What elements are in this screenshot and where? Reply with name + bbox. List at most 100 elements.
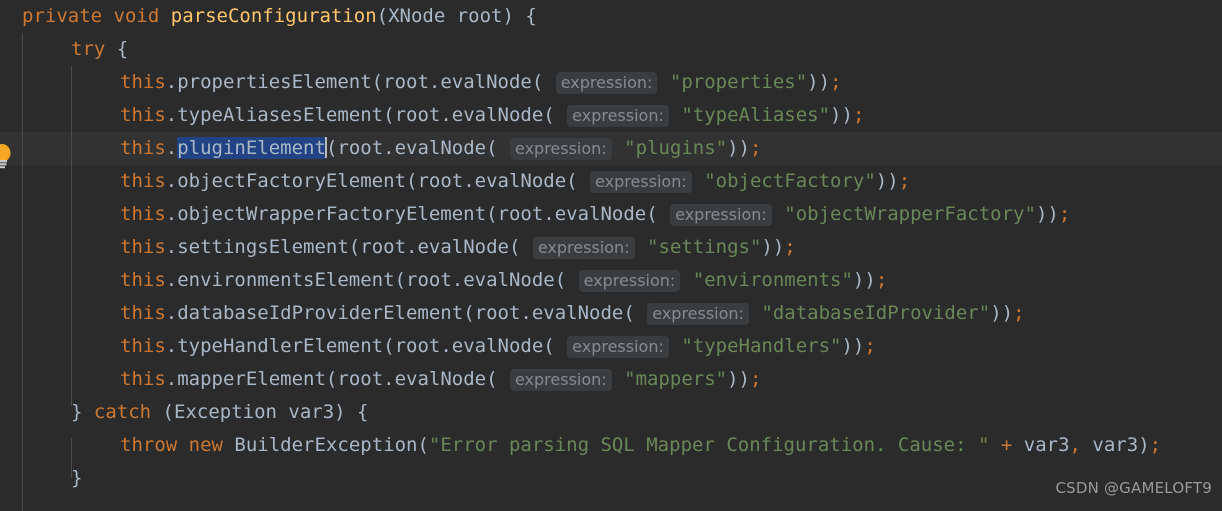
code-line[interactable]: this.objectFactoryElement(root.evalNode(… — [0, 165, 1161, 198]
code-token: "properties" — [669, 71, 808, 93]
code-token: ( — [486, 368, 509, 390]
inlay-parameter-hint[interactable]: expression: — [532, 237, 635, 259]
code-token: "environments" — [692, 269, 853, 291]
inlay-parameter-hint[interactable]: expression: — [567, 336, 669, 358]
code-token: )) — [830, 104, 853, 126]
code-token: parseConfiguration — [170, 5, 377, 27]
code-token: .typeHandlerElement — [165, 335, 384, 357]
code-token: "objectWrapperFactory" — [784, 203, 1036, 225]
code-token: . — [165, 137, 178, 159]
code-token: ( — [531, 71, 555, 93]
code-token: )) — [727, 368, 750, 390]
selected-token[interactable]: pluginElement — [177, 137, 326, 159]
code-token: this — [120, 302, 166, 324]
code-token: "typeAliases" — [681, 104, 831, 126]
code-token: ; — [750, 137, 762, 159]
code-token: "typeHandlers" — [681, 335, 842, 357]
inlay-parameter-hint[interactable]: expression: — [567, 105, 669, 127]
code-token: ( — [394, 269, 406, 291]
code-line[interactable]: this.databaseIdProviderElement(root.eval… — [0, 297, 1161, 330]
code-token: { — [513, 5, 537, 27]
code-editor[interactable]: } private void parseConfiguration(XNode … — [0, 0, 1222, 511]
code-token: )) — [761, 236, 785, 258]
code-line[interactable]: this.propertiesElement(root.evalNode( ex… — [0, 66, 1161, 99]
code-token: "settings" — [647, 236, 762, 258]
code-line[interactable]: throw new BuilderException("Error parsin… — [0, 429, 1161, 462]
code-token: ; — [1058, 203, 1071, 225]
code-token: this — [120, 203, 166, 225]
code-token: )) — [841, 335, 865, 357]
code-line[interactable]: private void parseConfiguration(XNode ro… — [0, 0, 1161, 33]
code-token: this — [120, 368, 166, 390]
code-token: ; — [898, 170, 911, 192]
code-token: ; — [864, 335, 876, 357]
code-token: root.evalNode — [394, 335, 544, 357]
inlay-parameter-hint[interactable]: expression: — [590, 171, 692, 193]
inlay-parameter-hint[interactable]: expression: — [578, 270, 681, 292]
code-token: root.evalNode — [394, 104, 544, 126]
code-token: ( — [376, 5, 389, 27]
code-line[interactable]: this.typeHandlerElement(root.evalNode( e… — [0, 330, 1161, 363]
code-content[interactable]: private void parseConfiguration(XNode ro… — [0, 0, 1161, 495]
code-token: ( — [566, 170, 590, 192]
inlay-parameter-hint[interactable]: expression: — [510, 138, 612, 160]
code-token: )) — [1035, 203, 1059, 225]
code-line[interactable]: this.settingsElement(root.evalNode( expr… — [0, 231, 1161, 264]
code-token: ; — [784, 236, 796, 258]
code-token: this — [120, 71, 166, 93]
code-line[interactable]: } — [0, 462, 1161, 495]
code-token: "mappers" — [624, 368, 728, 390]
code-token: root.evalNode — [337, 137, 487, 159]
code-token: void — [113, 5, 160, 27]
code-token: ( — [508, 236, 532, 258]
code-token: ( — [325, 137, 338, 159]
code-token: ; — [852, 104, 865, 126]
code-token: ( — [371, 71, 384, 93]
code-token: this — [120, 236, 166, 258]
code-token: )) — [807, 71, 831, 93]
code-token: ( — [405, 170, 418, 192]
code-token: "Error parsing SQL Mapper Configuration.… — [428, 434, 990, 456]
code-token: private — [22, 5, 103, 27]
code-line[interactable]: try { — [0, 33, 1161, 66]
code-line[interactable]: this.environmentsElement(root.evalNode( … — [0, 264, 1161, 297]
code-token: ( — [348, 236, 361, 258]
code-token: this — [120, 104, 166, 126]
code-token: ; — [749, 368, 762, 390]
code-token: )) — [990, 302, 1014, 324]
code-line[interactable]: } catch (Exception var3) { — [0, 396, 1161, 429]
code-token: BuilderException — [222, 434, 418, 456]
code-token: ( — [623, 302, 647, 324]
code-token: ( — [463, 302, 475, 324]
code-token: .environmentsElement — [165, 269, 395, 291]
code-token: "databaseIdProvider" — [761, 302, 991, 324]
inlay-parameter-hint[interactable]: expression: — [509, 369, 612, 391]
code-token: ; — [1149, 434, 1162, 456]
inlay-parameter-hint[interactable]: expression: — [670, 204, 772, 226]
code-token: XNode root — [388, 5, 503, 27]
code-line[interactable]: this.typeAliasesElement(root.evalNode( e… — [0, 99, 1161, 132]
code-token: throw — [120, 434, 178, 456]
code-token: root.evalNode — [497, 203, 647, 225]
code-token: { — [105, 38, 129, 60]
code-token: + — [1000, 434, 1013, 456]
code-token: "objectFactory" — [704, 170, 876, 192]
code-token: try — [71, 38, 106, 60]
code-token: root.evalNode — [474, 302, 624, 324]
code-token: .settingsElement — [165, 236, 349, 258]
code-token: ( — [543, 104, 567, 126]
code-line[interactable]: this.pluginElement(root.evalNode( expres… — [0, 132, 1161, 165]
lightbulb-intention-icon[interactable] — [0, 143, 13, 169]
code-line[interactable]: this.mapperElement(root.evalNode( expres… — [0, 363, 1161, 396]
code-line[interactable]: this.objectWrapperFactoryElement(root.ev… — [0, 198, 1161, 231]
inlay-parameter-hint[interactable]: expression: — [647, 303, 749, 325]
inlay-parameter-hint[interactable]: expression: — [555, 72, 658, 94]
code-token: } — [71, 401, 94, 423]
